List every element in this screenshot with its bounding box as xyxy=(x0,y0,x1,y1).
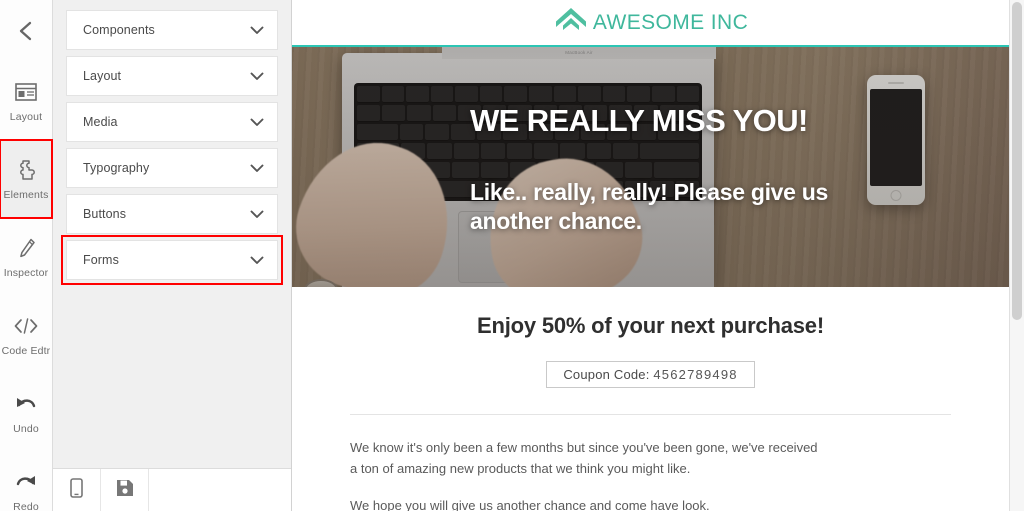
hero-headline[interactable]: WE REALLY MISS YOU! xyxy=(470,105,1009,136)
sidebar-item-elements[interactable]: Elements xyxy=(0,139,53,219)
sidebar-item-label: Inspector xyxy=(3,267,49,280)
sidebar-item-undo[interactable]: Undo xyxy=(0,374,52,452)
accordion-label: Buttons xyxy=(83,207,127,221)
email-preview: AWESOME INC MacBook Air xyxy=(292,0,1009,511)
sidebar-item-label: Redo xyxy=(13,501,39,511)
accordion-label: Typography xyxy=(83,161,150,175)
accordion-label: Forms xyxy=(83,253,119,267)
chevron-down-icon xyxy=(250,118,264,127)
mobile-preview-icon xyxy=(70,477,83,503)
accordion-label: Media xyxy=(83,115,118,129)
offer-heading[interactable]: Enjoy 50% of your next purchase! xyxy=(292,313,1009,339)
panel-footer-toolbar xyxy=(53,468,291,511)
accordion-label: Layout xyxy=(83,69,122,83)
hero-subheadline[interactable]: Like.. really, really! Please give us an… xyxy=(470,178,870,237)
coupon-box[interactable]: Coupon Code: 4562789498 xyxy=(546,361,755,388)
awesome-inc-logo-icon xyxy=(553,5,589,40)
sidebar-item-label: Code Edtr xyxy=(1,345,51,358)
elements-icon xyxy=(14,157,38,183)
email-canvas: AWESOME INC MacBook Air xyxy=(292,0,1024,511)
mobile-preview-button[interactable] xyxy=(53,469,101,511)
chevron-down-icon xyxy=(250,164,264,173)
scrollbar-thumb[interactable] xyxy=(1012,2,1022,320)
accordion-media[interactable]: Media xyxy=(66,102,278,142)
save-button[interactable] xyxy=(101,469,149,511)
email-header: AWESOME INC xyxy=(292,0,1009,47)
chevron-down-icon xyxy=(250,210,264,219)
hero-section: MacBook Air xyxy=(292,47,1009,287)
accordion-typography[interactable]: Typography xyxy=(66,148,278,188)
accordion-forms[interactable]: Forms xyxy=(61,235,283,285)
elements-panel: Components Layout Media Typography Butto… xyxy=(53,0,292,511)
chevron-down-icon xyxy=(250,256,264,265)
sidebar-item-label: Elements xyxy=(3,189,49,202)
tool-rail: Layout Elements Inspector Code Edtr Undo… xyxy=(0,0,53,511)
coupon-wrapper: Coupon Code: 4562789498 xyxy=(292,361,1009,388)
accordion-label: Components xyxy=(83,23,155,37)
brand-name: AWESOME INC xyxy=(592,10,749,34)
chevron-down-icon xyxy=(250,72,264,81)
sidebar-item-label: Undo xyxy=(13,423,39,436)
sidebar-item-label: Layout xyxy=(9,111,43,124)
accordion-layout[interactable]: Layout xyxy=(66,56,278,96)
save-icon xyxy=(116,479,134,502)
sidebar-item-code-editor[interactable]: Code Edtr xyxy=(0,296,52,374)
hero-copy: WE REALLY MISS YOU! Like.. really, reall… xyxy=(292,47,1009,287)
sidebar-item-redo[interactable]: Redo xyxy=(0,452,52,511)
brush-icon xyxy=(15,235,37,261)
body-paragraph-1[interactable]: We know it's only been a few months but … xyxy=(350,437,820,479)
sidebar-item-layout[interactable]: Layout xyxy=(0,62,52,140)
divider xyxy=(350,414,951,415)
accordion-components[interactable]: Components xyxy=(66,10,278,50)
undo-icon xyxy=(14,391,38,417)
back-button[interactable] xyxy=(0,0,52,62)
email-body: Enjoy 50% of your next purchase! Coupon … xyxy=(292,287,1009,511)
chevron-left-icon xyxy=(16,19,36,43)
coupon-code: 4562789498 xyxy=(653,367,738,382)
coupon-label: Coupon Code: xyxy=(563,367,650,382)
body-paragraph-2[interactable]: We hope you will give us another chance … xyxy=(350,495,820,511)
email-builder-app: Layout Elements Inspector Code Edtr Undo… xyxy=(0,0,1024,511)
chevron-down-icon xyxy=(250,26,264,35)
accordion-buttons[interactable]: Buttons xyxy=(66,194,278,234)
redo-icon xyxy=(14,469,38,495)
code-icon xyxy=(13,313,39,339)
accordion-list: Components Layout Media Typography Butto… xyxy=(53,0,291,468)
sidebar-item-inspector[interactable]: Inspector xyxy=(0,218,52,296)
canvas-scrollbar[interactable] xyxy=(1009,0,1024,511)
layout-icon xyxy=(15,79,37,105)
